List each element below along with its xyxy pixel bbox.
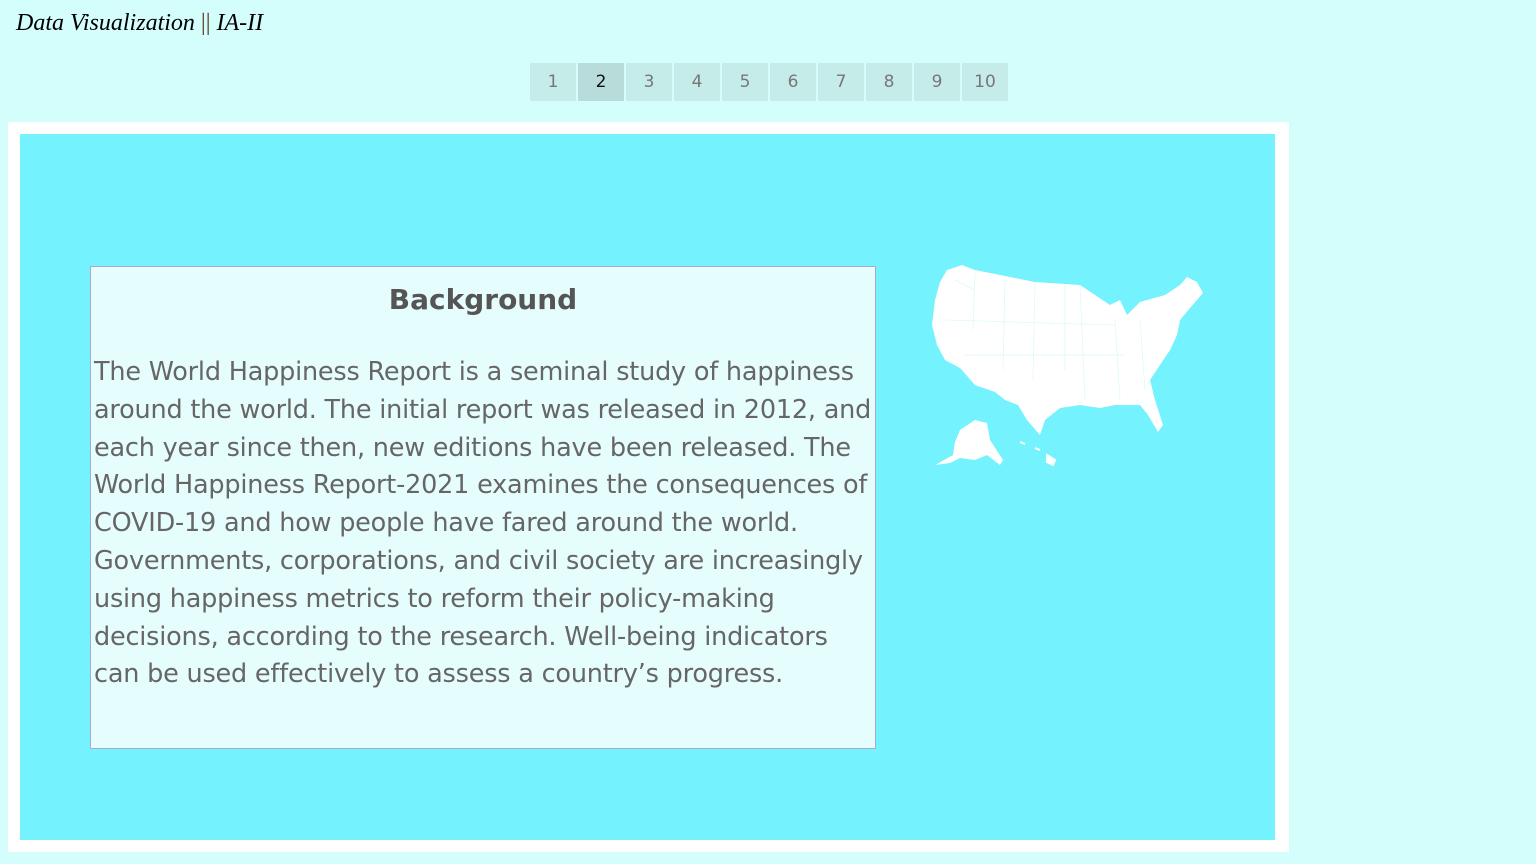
card-heading: Background: [388, 283, 578, 316]
us-mainland: [932, 265, 1203, 435]
title-subtext: IA-II: [216, 10, 264, 36]
page-button-1[interactable]: 1: [530, 63, 576, 101]
story-pagination: 1 2 3 4 5 6 7 8 9 10: [530, 63, 1008, 101]
title-separator: ||: [200, 10, 211, 36]
page-title: Data Visualization || IA-II: [16, 10, 263, 37]
page-button-9[interactable]: 9: [914, 63, 960, 101]
hawaii: [1019, 441, 1057, 467]
background-card: Background The World Happiness Report is…: [90, 266, 876, 749]
alaska: [935, 420, 1003, 465]
page-button-5[interactable]: 5: [722, 63, 768, 101]
page-button-10[interactable]: 10: [962, 63, 1008, 101]
page-button-4[interactable]: 4: [674, 63, 720, 101]
page-button-6[interactable]: 6: [770, 63, 816, 101]
page-button-8[interactable]: 8: [866, 63, 912, 101]
card-body: The World Happiness Report is a seminal …: [94, 357, 872, 690]
title-text: Data Visualization: [16, 10, 195, 36]
page-button-7[interactable]: 7: [818, 63, 864, 101]
page-button-3[interactable]: 3: [626, 63, 672, 101]
us-map-icon: [932, 265, 1203, 467]
page-button-2[interactable]: 2: [578, 63, 624, 101]
